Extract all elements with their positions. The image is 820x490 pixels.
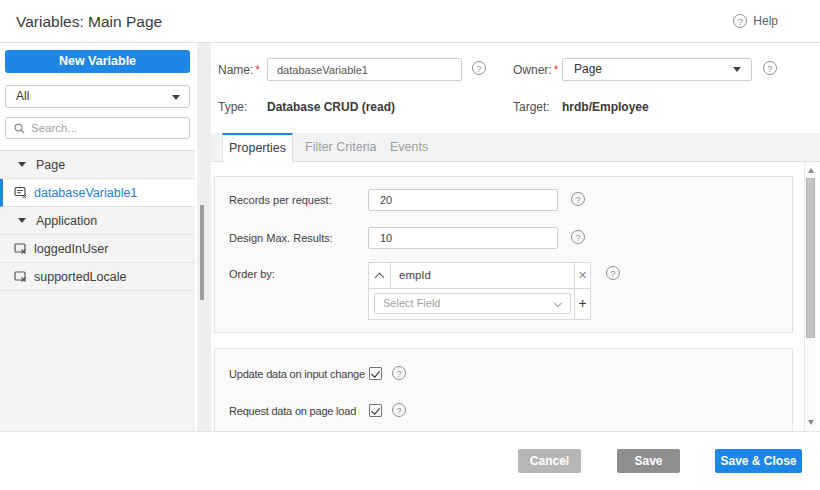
type-label: Type: [218, 100, 247, 114]
request-data-label: Request data on page load [229, 405, 356, 417]
variables-dialog: Variables: Main Page ? Help New Variable… [0, 0, 820, 490]
collapse-arrow-icon [18, 218, 26, 223]
add-order-by-button[interactable]: + [574, 289, 590, 319]
design-max-help-icon[interactable]: ? [571, 230, 585, 244]
sort-direction-toggle[interactable] [369, 263, 391, 288]
order-by-label: Order by: [229, 268, 275, 280]
update-data-checkbox[interactable] [369, 367, 382, 380]
scroll-up-arrow[interactable] [808, 168, 814, 173]
order-by-entry: empId ✕ [369, 263, 590, 289]
tab-events[interactable]: Events [390, 133, 428, 162]
records-per-request-input[interactable] [368, 189, 558, 211]
tree-item-supportedlocale[interactable]: supportedLocale [0, 263, 195, 291]
sort-asc-icon [375, 273, 385, 283]
name-input[interactable] [267, 58, 462, 81]
search-icon [14, 123, 25, 134]
target-value: hrdb/Employee [562, 100, 649, 114]
request-data-help-icon[interactable]: ? [392, 403, 406, 417]
search-input[interactable] [31, 122, 171, 134]
tree-item-label: supportedLocale [34, 270, 126, 284]
order-by-field: empId [391, 263, 574, 288]
target-label: Target: [513, 100, 550, 114]
tree-item-label: loggedInUser [34, 242, 108, 256]
static-variable-icon [14, 270, 27, 283]
update-data-help-icon[interactable]: ? [392, 366, 406, 380]
sidebar-scrollbar[interactable] [195, 43, 211, 431]
design-max-results-label: Design Max. Results: [229, 232, 333, 244]
name-label: Name:* [218, 63, 260, 77]
select-field-dropdown[interactable]: Select Field [374, 293, 571, 314]
tree-group-page[interactable]: Page [0, 151, 195, 179]
save-close-button[interactable]: Save & Close [715, 449, 802, 473]
chevron-down-icon [733, 67, 741, 72]
cancel-button[interactable]: Cancel [518, 449, 581, 473]
help-link[interactable]: ? Help [733, 14, 778, 28]
update-data-label: Update data on input change [229, 368, 365, 380]
static-variable-icon [14, 242, 27, 255]
chevron-down-icon [172, 95, 180, 100]
tree-item-loggedinuser[interactable]: loggedInUser [0, 235, 195, 263]
tree-item-label: databaseVariable1 [34, 186, 137, 200]
properties-panel: Records per request: ? Design Max. Resul… [214, 176, 793, 333]
help-label: Help [753, 14, 778, 28]
owner-select-value: Page [574, 62, 602, 76]
tree-group-application[interactable]: Application [0, 207, 195, 235]
variable-filter-value: All [16, 89, 29, 103]
design-max-results-input[interactable] [368, 227, 558, 249]
order-by-add-row: Select Field + [369, 289, 590, 319]
tree-item-databasevariable1[interactable]: databaseVariable1 [0, 179, 195, 207]
dialog-header: Variables: Main Page ? Help [0, 0, 820, 43]
owner-label: Owner:* [513, 63, 558, 77]
request-data-checkbox[interactable] [369, 404, 382, 417]
name-help-icon[interactable]: ? [472, 61, 486, 75]
tree-group-label: Application [36, 214, 97, 228]
tab-filter-criteria[interactable]: Filter Criteria [305, 133, 377, 162]
tab-properties[interactable]: Properties [222, 133, 293, 163]
records-help-icon[interactable]: ? [571, 192, 585, 206]
required-asterisk: * [554, 63, 559, 77]
remove-order-by-button[interactable]: ✕ [574, 263, 590, 288]
chevron-down-icon [554, 299, 562, 307]
options-panel: Update data on input change ? Request da… [214, 348, 793, 432]
collapse-arrow-icon [18, 162, 26, 167]
save-button[interactable]: Save [617, 449, 680, 473]
order-by-editor: empId ✕ Select Field + [368, 262, 591, 320]
tree-group-label: Page [36, 158, 65, 172]
variables-sidebar: New Variable All Page [0, 43, 195, 431]
variable-tree: Page databaseVariable1 Application [0, 150, 195, 431]
variable-search[interactable] [5, 117, 190, 139]
content-scrollbar[interactable] [804, 162, 817, 431]
dialog-footer: Cancel Save Save & Close [0, 431, 820, 490]
owner-help-icon[interactable]: ? [763, 61, 777, 75]
database-variable-icon [14, 186, 27, 199]
records-per-request-label: Records per request: [229, 194, 332, 206]
select-field-placeholder: Select Field [383, 297, 440, 309]
required-asterisk: * [255, 63, 260, 77]
new-variable-button[interactable]: New Variable [5, 50, 190, 73]
scrollbar-thumb[interactable] [806, 178, 815, 338]
help-icon: ? [733, 14, 747, 28]
tab-bar: Properties Filter Criteria Events [211, 133, 820, 162]
scroll-down-arrow[interactable] [808, 420, 814, 425]
owner-select[interactable]: Page [562, 58, 752, 81]
sidebar-scrollbar-thumb[interactable] [200, 205, 204, 300]
order-by-help-icon[interactable]: ? [606, 266, 620, 280]
type-value: Database CRUD (read) [267, 100, 395, 114]
variable-filter-select[interactable]: All [5, 85, 190, 108]
page-title: Variables: Main Page [16, 13, 162, 31]
